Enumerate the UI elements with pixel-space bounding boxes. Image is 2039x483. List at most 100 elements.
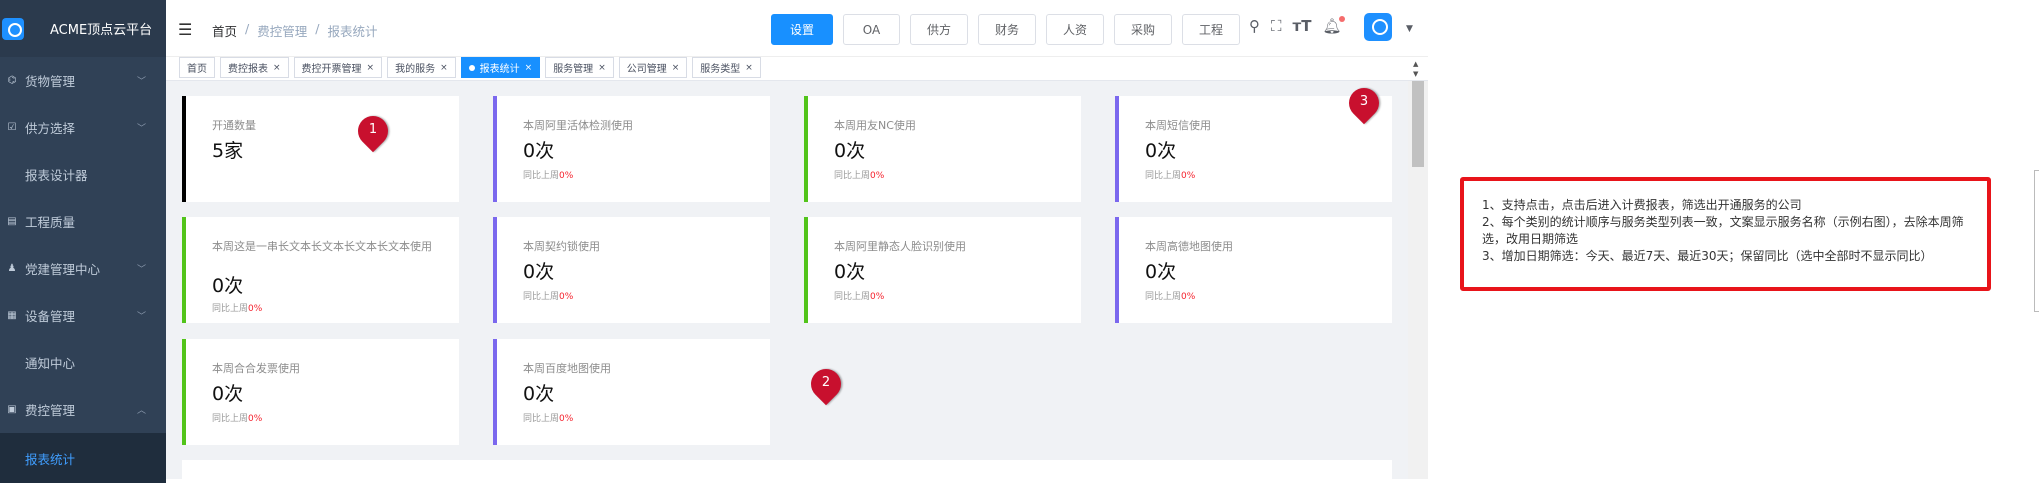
bell-icon[interactable]: 🔔︎: [1322, 16, 1345, 35]
close-icon[interactable]: ×: [525, 63, 533, 73]
breadcrumb: 首页 / 费控管理 / 报表统计: [212, 21, 377, 40]
breadcrumb-separator: /: [245, 21, 250, 36]
breadcrumb-home[interactable]: 首页: [212, 21, 237, 40]
tag-item[interactable]: 费控开票管理 ×: [293, 57, 383, 78]
stat-name: 本周契约锁使用: [523, 240, 600, 253]
stat-value: 0次: [1145, 140, 1177, 162]
tag-item[interactable]: 服务管理 ×: [545, 57, 614, 78]
tag-item[interactable]: 服务类型 ×: [692, 57, 761, 78]
stat-value: 0次: [212, 275, 244, 297]
close-icon[interactable]: ×: [598, 63, 606, 73]
tag-label: 服务类型: [700, 64, 741, 75]
nav-button[interactable]: OA: [843, 14, 900, 45]
marker-1: 1: [351, 109, 395, 158]
scrollbar-thumb[interactable]: [1412, 81, 1424, 167]
stat-card[interactable]: 本周百度地图使用 0次 同比上周0%: [493, 339, 770, 445]
stat-card[interactable]: 本周用友NC使用 0次 同比上周0%: [804, 96, 1081, 202]
sidebar-menu: ⌬ 货物管理 ﹀ ☑ 供方选择 ﹀ 报表设计器 ▤ 工程质量 ♟ 党建管理中心 ﹀ ▦ 设备管理 ﹀ 通知中心…: [0, 57, 166, 483]
stat-card[interactable]: 本周这是一串长文本长文本长文本长文本使用 0次 同比上周0%: [182, 217, 459, 323]
breadcrumb-separator: /: [315, 21, 320, 36]
search-icon[interactable]: ⚲: [1249, 17, 1260, 35]
stat-card[interactable]: 本周契约锁使用 0次 同比上周0%: [493, 217, 770, 323]
bottom-panel: [182, 460, 1392, 480]
stat-value: 0次: [523, 140, 555, 162]
compare-label: 同比上周: [834, 292, 871, 302]
sidebar-item[interactable]: 报表设计器: [0, 151, 166, 198]
tag-item[interactable]: 首页: [179, 57, 215, 78]
sidebar-subitem-report-stats[interactable]: 报表统计: [0, 433, 166, 483]
logo-icon: [2, 17, 24, 40]
fullscreen-icon[interactable]: ⛶: [1271, 17, 1282, 35]
tag-item[interactable]: 费控报表 ×: [220, 57, 289, 78]
stat-name: 本周高德地图使用: [1145, 240, 1233, 253]
compare-percent: 0%: [248, 414, 263, 424]
stat-compare: 同比上周0%: [212, 411, 262, 424]
sidebar-item[interactable]: 通知中心: [0, 339, 166, 386]
nav-button[interactable]: 财务: [978, 14, 1036, 45]
stat-name: 本周百度地图使用: [523, 362, 611, 375]
stat-card[interactable]: 本周阿里活体检测使用 0次同比上周0%: [493, 96, 770, 202]
tag-item[interactable]: 报表统计 ×: [460, 57, 541, 78]
close-icon[interactable]: ×: [745, 63, 753, 73]
nav-button[interactable]: 人资: [1046, 14, 1104, 45]
chevron-down-icon: ﹀: [136, 265, 146, 275]
stat-name: 本周用友NC使用: [834, 119, 916, 132]
close-icon[interactable]: ×: [273, 63, 281, 73]
stat-compare: 同比上周0%: [1145, 168, 1195, 181]
nav-button[interactable]: 供方: [910, 14, 968, 45]
caret-down-icon[interactable]: ▼: [1406, 24, 1413, 34]
stat-name: 本周短信使用: [1145, 119, 1211, 132]
sidebar-item[interactable]: ⌬ 货物管理 ﹀: [0, 57, 166, 104]
chevron-down-icon: ﹀: [136, 312, 146, 322]
compare-percent: 0%: [559, 171, 574, 181]
sidebar-item[interactable]: ▣ 费控管理 ︿: [0, 386, 166, 433]
compare-label: 同比上周: [834, 171, 871, 181]
marker-number: 3: [1359, 94, 1369, 109]
stat-value: 5家: [212, 140, 244, 162]
nav-button[interactable]: 采购: [1114, 14, 1172, 45]
stat-compare: 同比上周0%: [523, 168, 573, 181]
marker-number: 2: [821, 375, 831, 390]
tags-list: 首页 费控报表 × 费控开票管理 × 我的服务 × 报表统计 × 服务管理 × 公司管理 × 服务类型 ×: [179, 57, 761, 78]
vertical-scrollbar[interactable]: [1408, 81, 1428, 479]
tag-item[interactable]: 公司管理 ×: [618, 57, 688, 78]
top-header: ☰ 首页 / 费控管理 / 报表统计 设置 OA 供方 财务 人资 采购 工程 ⚲ ⛶ ᴛT…: [166, 0, 1428, 57]
hamburger-icon[interactable]: ☰: [178, 20, 192, 39]
tag-label: 费控开票管理: [301, 64, 362, 75]
compare-label: 同比上周: [212, 414, 249, 424]
breadcrumb-fee-control[interactable]: 费控管理: [257, 21, 307, 40]
chevron-down-icon: ﹀: [136, 77, 146, 87]
stat-compare: 同比上周0%: [1145, 289, 1195, 302]
document-icon: ▣: [7, 404, 17, 415]
close-icon[interactable]: ×: [367, 63, 375, 73]
tag-item[interactable]: 我的服务 ×: [387, 57, 456, 78]
stat-card[interactable]: 本周合合发票使用 0次 同比上周0%: [182, 339, 459, 445]
annotation-line: 2、每个类别的统计顺序与服务类型列表一致，文案显示服务名称（示例右图），去除本周…: [1482, 215, 1964, 246]
sidebar-item-label: 设备管理: [25, 309, 76, 324]
brand[interactable]: ACME顶点云平台: [0, 0, 166, 57]
close-icon[interactable]: ×: [440, 63, 448, 73]
tags-scroll[interactable]: ▲ ▼: [1413, 59, 1418, 79]
nav-button[interactable]: 工程: [1182, 14, 1240, 45]
sidebar-item[interactable]: ☑ 供方选择 ﹀: [0, 104, 166, 151]
sidebar-item[interactable]: ♟ 党建管理中心 ﹀: [0, 245, 166, 292]
compare-label: 同比上周: [523, 414, 560, 424]
close-icon[interactable]: ×: [672, 63, 680, 73]
compare-label: 同比上周: [212, 304, 249, 314]
sidebar-item[interactable]: ▦ 设备管理 ﹀: [0, 292, 166, 339]
stat-value: 0次: [523, 383, 555, 405]
stat-card[interactable]: 本周高德地图使用 0次 同比上周0%: [1115, 217, 1392, 323]
compare-percent: 0%: [1181, 292, 1196, 302]
compare-label: 同比上周: [523, 171, 560, 181]
chevron-down-icon: ﹀: [136, 124, 146, 134]
box-icon: ⌬: [7, 75, 17, 86]
stat-name: 本周阿里活体检测使用: [523, 119, 633, 132]
compare-percent: 0%: [870, 292, 885, 302]
compare-percent: 0%: [248, 304, 263, 314]
stat-card[interactable]: 本周阿里静态人脸识别使用 0次 同比上周0%: [804, 217, 1081, 323]
font-size-icon[interactable]: ᴛT: [1293, 17, 1312, 35]
nav-button[interactable]: 设置: [771, 14, 833, 45]
stat-card[interactable]: 开通数量 5家: [182, 96, 459, 202]
sidebar-item[interactable]: ▤ 工程质量: [0, 198, 166, 245]
avatar[interactable]: [1364, 13, 1392, 41]
